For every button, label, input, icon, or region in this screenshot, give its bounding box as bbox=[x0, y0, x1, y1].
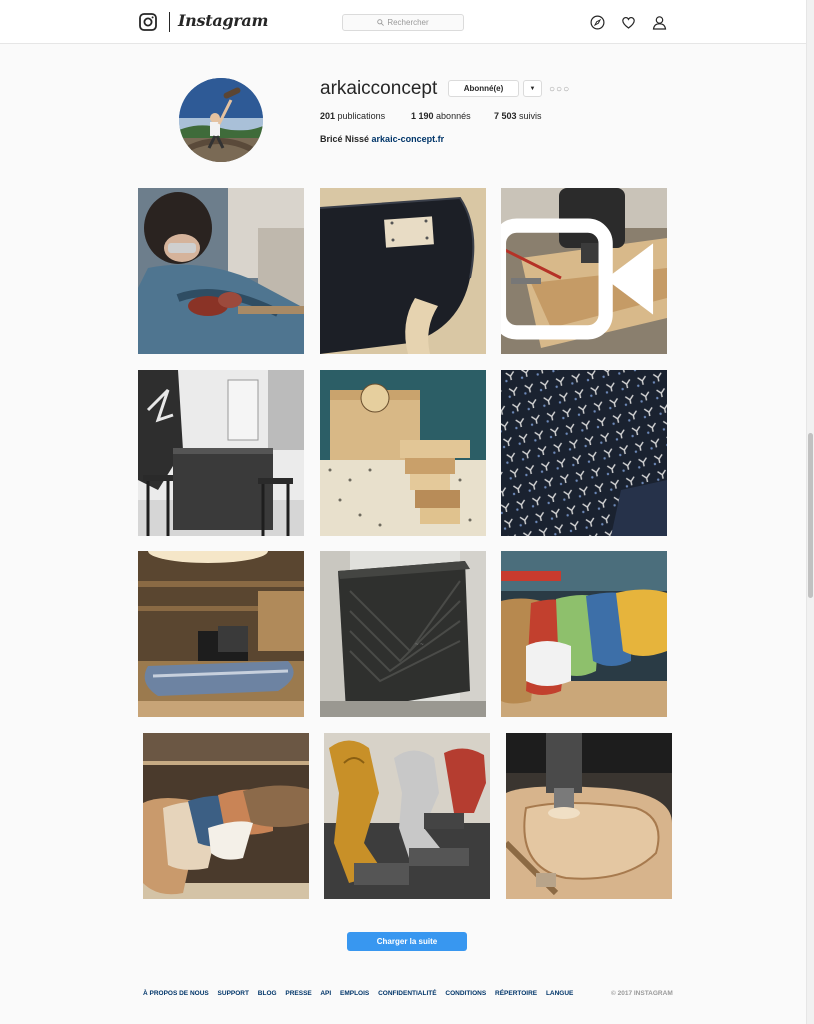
person-icon[interactable] bbox=[652, 15, 667, 30]
search-icon bbox=[377, 19, 385, 26]
profile-username: arkaicconcept bbox=[320, 78, 438, 99]
counter-engraving: ~ ~ bbox=[415, 642, 424, 648]
stat-following[interactable]: 7 503 suivis bbox=[494, 111, 542, 121]
profile-avatar bbox=[179, 78, 263, 162]
footer-link-terms[interactable]: CONDITIONS bbox=[445, 990, 486, 997]
load-more-button[interactable]: Charger la suite bbox=[347, 932, 467, 951]
avatar-photo bbox=[179, 78, 263, 162]
stat-value: 7 503 bbox=[494, 111, 517, 121]
post-image-printed-fabric bbox=[501, 370, 667, 536]
following-button[interactable]: Abonné(e) bbox=[448, 80, 519, 97]
post-image-colorful-decks bbox=[501, 551, 667, 717]
footer-link-api[interactable]: API bbox=[320, 990, 331, 997]
logo-divider bbox=[169, 12, 170, 32]
stat-followers[interactable]: 1 190 abonnés bbox=[411, 111, 471, 121]
compass-icon[interactable] bbox=[590, 15, 605, 30]
instagram-logo-icon[interactable] bbox=[139, 13, 157, 31]
stat-label: abonnés bbox=[436, 111, 471, 121]
bio-full-name: Bricé Nissé bbox=[320, 134, 370, 144]
post-image-black-counter: ~ ~ bbox=[320, 551, 486, 717]
video-icon bbox=[501, 218, 654, 340]
post-tile[interactable] bbox=[138, 551, 304, 717]
footer-link-jobs[interactable]: EMPLOIS bbox=[340, 990, 369, 997]
more-options-icon[interactable]: ○○○ bbox=[549, 84, 570, 95]
search-placeholder: Rechercher bbox=[387, 18, 429, 27]
post-image-cnc-cutting bbox=[506, 733, 672, 899]
post-image-bar-counter bbox=[138, 370, 304, 536]
post-image-carbon-deck bbox=[320, 188, 486, 354]
post-image-office-decks bbox=[138, 551, 304, 717]
footer-link-press[interactable]: PRESSE bbox=[285, 990, 311, 997]
profile-bio: Bricé Nissé arkaic-concept.fr bbox=[320, 134, 444, 144]
bio-website-link[interactable]: arkaic-concept.fr bbox=[372, 134, 445, 144]
stat-label: publications bbox=[337, 111, 386, 121]
post-tile[interactable] bbox=[324, 733, 490, 899]
footer-link-privacy[interactable]: CONFIDENTIALITÉ bbox=[378, 990, 437, 997]
footer-link-blog[interactable]: BLOG bbox=[258, 990, 277, 997]
suggestions-dropdown-button[interactable]: ▼ bbox=[523, 80, 542, 97]
post-image-wooden-crates bbox=[320, 370, 486, 536]
post-tile[interactable] bbox=[138, 188, 304, 354]
post-tile[interactable] bbox=[138, 370, 304, 536]
top-navigation-bar: Instagram Rechercher bbox=[0, 0, 806, 44]
post-image-decks-shelf bbox=[143, 733, 309, 899]
chevron-down-icon: ▼ bbox=[529, 85, 536, 92]
footer-link-language[interactable]: LANGUE bbox=[546, 990, 573, 997]
post-tile[interactable] bbox=[320, 188, 486, 354]
post-tile[interactable] bbox=[501, 370, 667, 536]
search-input[interactable]: Rechercher bbox=[342, 14, 464, 31]
stat-value: 1 190 bbox=[411, 111, 434, 121]
post-tile[interactable] bbox=[506, 733, 672, 899]
stat-publications[interactable]: 201 publications bbox=[320, 111, 385, 121]
stat-value: 201 bbox=[320, 111, 336, 121]
footer-copyright: © 2017 INSTAGRAM bbox=[611, 990, 673, 997]
footer-link-directory[interactable]: RÉPERTOIRE bbox=[495, 990, 537, 997]
scrollbar-thumb[interactable] bbox=[808, 433, 813, 598]
post-image-lion-trophies bbox=[324, 733, 490, 899]
heart-icon[interactable] bbox=[621, 15, 636, 30]
post-tile[interactable] bbox=[143, 733, 309, 899]
post-tile[interactable] bbox=[320, 370, 486, 536]
post-tile[interactable]: ~ ~ bbox=[320, 551, 486, 717]
instagram-wordmark[interactable]: Instagram bbox=[178, 11, 268, 30]
footer-nav: À PROPOS DE NOUS SUPPORT BLOG PRESSE API… bbox=[143, 990, 580, 997]
stat-label: suivis bbox=[519, 111, 542, 121]
footer-link-support[interactable]: SUPPORT bbox=[218, 990, 249, 997]
post-tile[interactable] bbox=[501, 551, 667, 717]
post-image-person-sanding bbox=[138, 188, 304, 354]
post-tile[interactable] bbox=[501, 188, 667, 354]
footer-link-about[interactable]: À PROPOS DE NOUS bbox=[143, 990, 209, 997]
